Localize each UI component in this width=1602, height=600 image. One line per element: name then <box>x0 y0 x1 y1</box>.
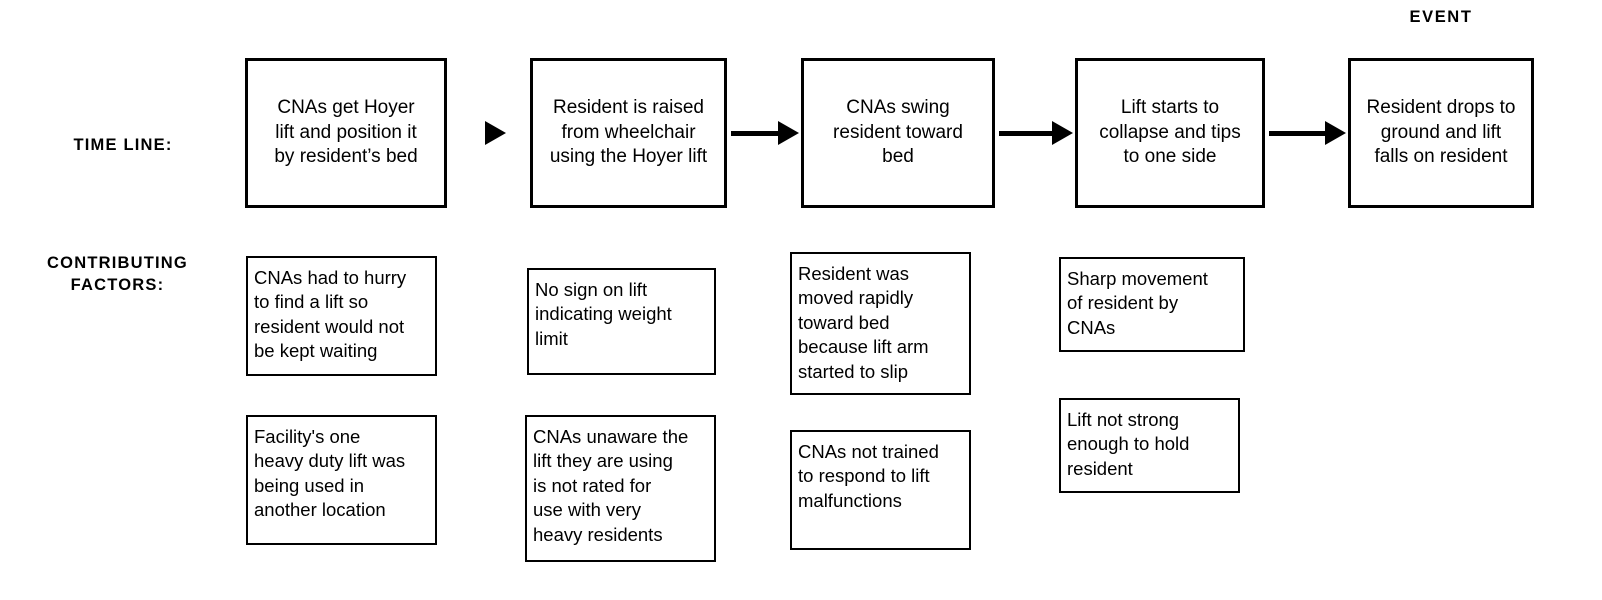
timeline-step-4[interactable]: Lift starts to collapse and tips to one … <box>1075 58 1265 208</box>
timeline-row-label: TIME LINE: <box>73 136 173 154</box>
contributing-factor-2-1[interactable]: No sign on lift indicating weight limit <box>527 268 716 375</box>
timeline-step-3[interactable]: CNAs swing resident toward bed <box>801 58 995 208</box>
timeline-step-4-text: Lift starts to collapse and tips to one … <box>1099 96 1241 168</box>
contributing-factor-3-2-text: CNAs not trained to respond to lift malf… <box>798 441 939 511</box>
contributing-factor-4-1-text: Sharp movement of resident by CNAs <box>1067 268 1208 338</box>
arrow-4 <box>1269 113 1346 153</box>
contributing-factor-2-2-text: CNAs unaware the lift they are using is … <box>533 426 689 545</box>
arrow-2-shaft <box>731 130 781 136</box>
contributing-factor-3-2[interactable]: CNAs not trained to respond to lift malf… <box>790 430 971 550</box>
arrow-2 <box>731 113 799 153</box>
contributing-factor-1-1[interactable]: CNAs had to hurry to find a lift so resi… <box>246 256 437 376</box>
contributing-factor-3-1[interactable]: Resident was moved rapidly toward bed be… <box>790 252 971 395</box>
contributing-factor-2-1-text: No sign on lift indicating weight limit <box>535 279 672 349</box>
contributing-factor-2-2[interactable]: CNAs unaware the lift they are using is … <box>525 415 716 562</box>
flowchart-canvas: EVENT TIME LINE: CONTRIBUTING FACTORS: C… <box>0 0 1602 600</box>
arrow-4-head <box>1325 121 1346 145</box>
event-caption: EVENT <box>1409 8 1473 26</box>
contributing-factor-1-2[interactable]: Facility's one heavy duty lift was being… <box>246 415 437 545</box>
timeline-step-2[interactable]: Resident is raised from wheelchair using… <box>530 58 727 208</box>
contributing-factor-4-2-text: Lift not strong enough to hold resident <box>1067 409 1190 479</box>
contributing-factor-4-1[interactable]: Sharp movement of resident by CNAs <box>1059 257 1245 352</box>
arrow-4-shaft <box>1269 130 1327 136</box>
timeline-step-2-text: Resident is raised from wheelchair using… <box>549 96 708 168</box>
timeline-step-1-text: CNAs get Hoyer lift and position it by r… <box>274 96 418 168</box>
arrow-3-head <box>1052 121 1073 145</box>
arrow-2-head <box>778 121 799 145</box>
timeline-step-3-text: CNAs swing resident toward bed <box>833 96 963 168</box>
timeline-step-5[interactable]: Resident drops to ground and lift falls … <box>1348 58 1534 208</box>
contributing-factor-4-2[interactable]: Lift not strong enough to hold resident <box>1059 398 1240 493</box>
arrow-3 <box>999 113 1073 153</box>
arrow-1-head <box>485 121 506 145</box>
timeline-step-5-text: Resident drops to ground and lift falls … <box>1366 96 1516 168</box>
arrow-1 <box>482 113 506 153</box>
contributing-factor-1-1-text: CNAs had to hurry to find a lift so resi… <box>254 267 407 362</box>
arrow-3-shaft <box>999 130 1055 136</box>
contributing-factor-1-2-text: Facility's one heavy duty lift was being… <box>254 426 406 521</box>
contributing-factor-3-1-text: Resident was moved rapidly toward bed be… <box>798 263 929 382</box>
contributing-factors-row-label: CONTRIBUTING FACTORS: <box>47 254 188 294</box>
timeline-step-1[interactable]: CNAs get Hoyer lift and position it by r… <box>245 58 447 208</box>
